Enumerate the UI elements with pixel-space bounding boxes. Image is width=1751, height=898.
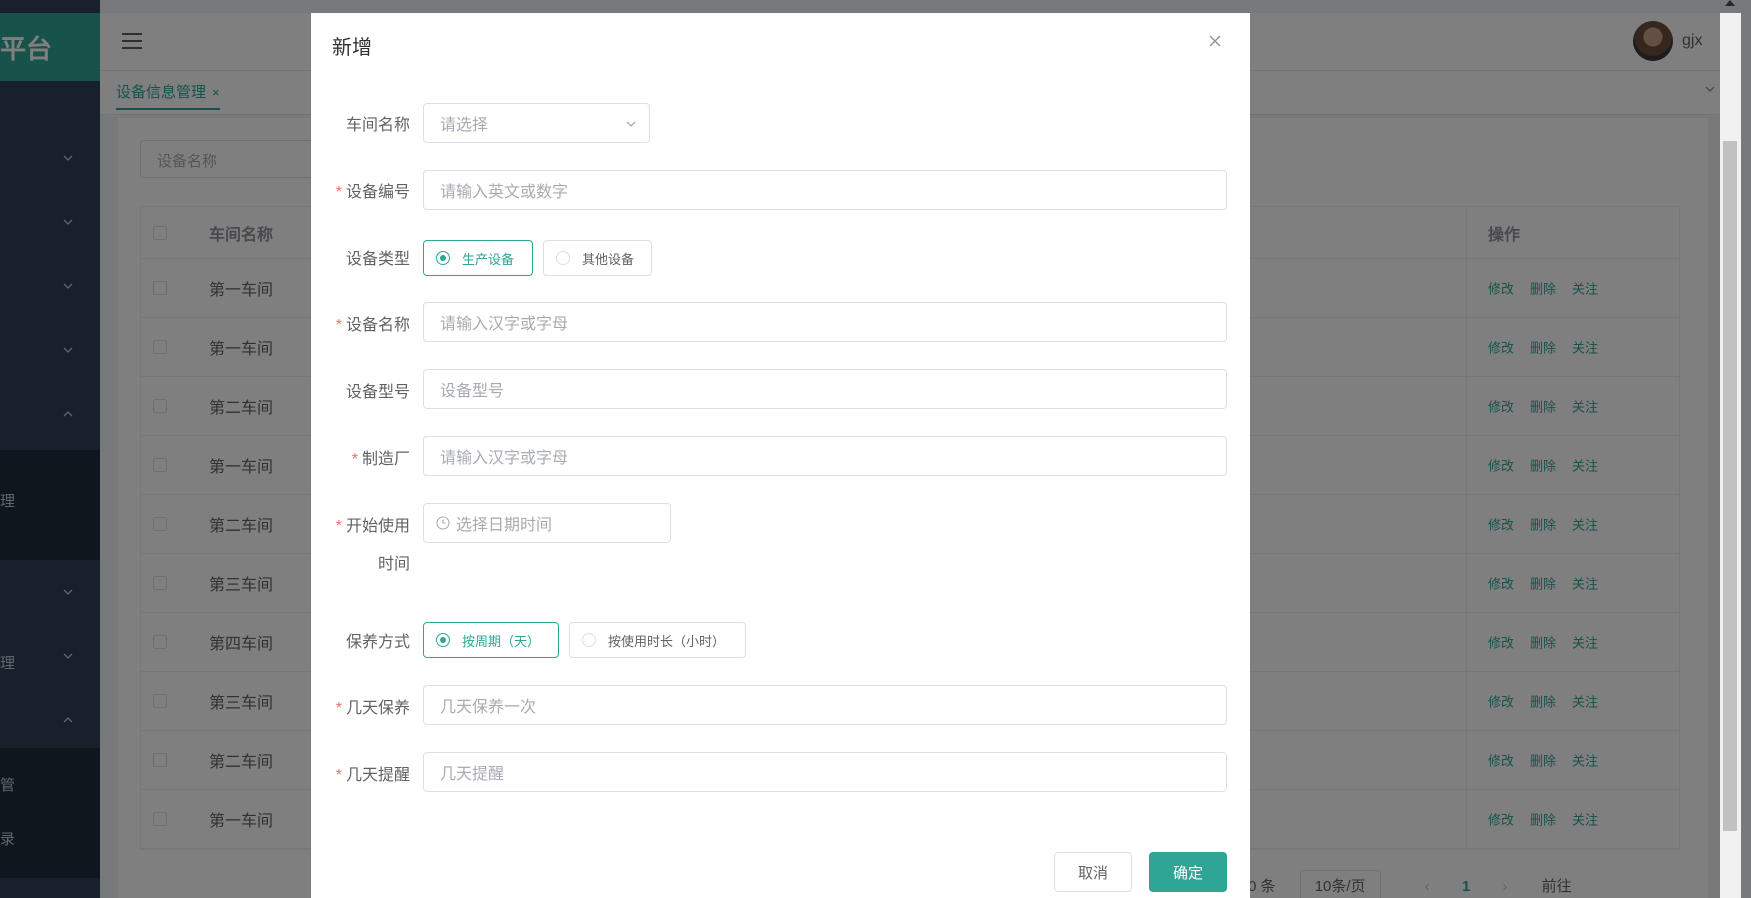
device-model-input[interactable]: 设备型号 — [423, 369, 1227, 409]
radio-dot — [436, 633, 450, 647]
device-model-placeholder: 设备型号 — [440, 383, 505, 400]
maintain-days-label: * 几天保养 — [336, 694, 410, 718]
remind-days-label: * 几天提醒 — [336, 761, 410, 785]
start-time-picker[interactable]: 选择日期时间 — [423, 503, 671, 543]
start-time-label: * 开始使用 — [336, 512, 410, 536]
chevron-down-icon — [626, 121, 636, 127]
radio-dot — [582, 633, 596, 647]
clock-icon — [436, 516, 450, 530]
required-mark: * — [351, 451, 358, 468]
device-no-input[interactable]: 请输入英文或数字 — [423, 170, 1227, 210]
radio-dot — [436, 251, 450, 265]
radio-label: 按使用时长（小时） — [608, 633, 726, 649]
workshop-select[interactable]: 请选择 — [423, 103, 650, 143]
radio-by-usage-hours[interactable]: 按使用时长（小时） — [569, 622, 746, 658]
device-name-label-text: 设备名称 — [345, 317, 410, 334]
manufacturer-input[interactable]: 请输入汉字或字母 — [423, 436, 1227, 476]
start-time-label-line2: 时间 — [377, 556, 410, 573]
radio-label: 生产设备 — [462, 251, 515, 267]
device-model-label: 设备型号 — [345, 384, 410, 401]
radio-by-cycle[interactable]: 按周期（天） — [423, 622, 559, 658]
radio-dot — [556, 251, 570, 265]
maintain-days-label-text: 几天保养 — [345, 700, 410, 717]
manufacturer-label-text: 制造厂 — [361, 451, 410, 468]
device-no-label: * 设备编号 — [336, 178, 410, 202]
workshop-label: 车间名称 — [345, 117, 410, 134]
workshop-placeholder: 请选择 — [440, 117, 489, 134]
maintain-days-placeholder: 几天保养一次 — [440, 699, 537, 716]
required-mark: * — [335, 184, 342, 201]
required-mark: * — [335, 317, 342, 334]
radio-label: 按周期（天） — [462, 633, 541, 649]
radio-production-device[interactable]: 生产设备 — [423, 240, 533, 276]
manufacturer-placeholder: 请输入汉字或字母 — [440, 450, 569, 467]
start-time-label-line1: 开始使用 — [345, 518, 410, 535]
maintain-mode-label: 保养方式 — [345, 634, 410, 651]
device-type-label: 设备类型 — [345, 251, 410, 268]
dialog-title: 新增 — [332, 37, 372, 59]
radio-other-device[interactable]: 其他设备 — [543, 240, 652, 276]
device-no-label-text: 设备编号 — [345, 184, 410, 201]
device-name-input[interactable]: 请输入汉字或字母 — [423, 302, 1227, 342]
confirm-button[interactable]: 确定 — [1149, 852, 1227, 892]
scrollbar-thumb[interactable] — [1723, 141, 1737, 831]
required-mark: * — [335, 767, 342, 784]
manufacturer-label: * 制造厂 — [352, 445, 410, 469]
cancel-button[interactable]: 取消 — [1054, 852, 1132, 892]
radio-label: 其他设备 — [582, 251, 635, 267]
device-name-placeholder: 请输入汉字或字母 — [440, 316, 569, 333]
remind-days-label-text: 几天提醒 — [345, 767, 410, 784]
start-time-placeholder: 选择日期时间 — [456, 517, 553, 534]
required-mark: * — [335, 700, 342, 717]
maintain-days-input[interactable]: 几天保养一次 — [423, 685, 1227, 725]
device-no-placeholder: 请输入英文或数字 — [440, 184, 569, 201]
required-mark: * — [335, 518, 342, 535]
remind-days-input[interactable]: 几天提醒 — [423, 752, 1227, 792]
workshop-label-wrap: 车间名称 — [311, 111, 410, 151]
remind-days-placeholder: 几天提醒 — [440, 766, 505, 783]
scrollbar[interactable] — [1720, 13, 1741, 898]
device-name-label: * 设备名称 — [336, 311, 410, 335]
add-dialog: 新增 车间名称 请选择 * 设备编号 请输入英文或数字 设备类型 生产设备 其他设… — [311, 13, 1250, 898]
close-icon[interactable] — [1207, 33, 1223, 49]
